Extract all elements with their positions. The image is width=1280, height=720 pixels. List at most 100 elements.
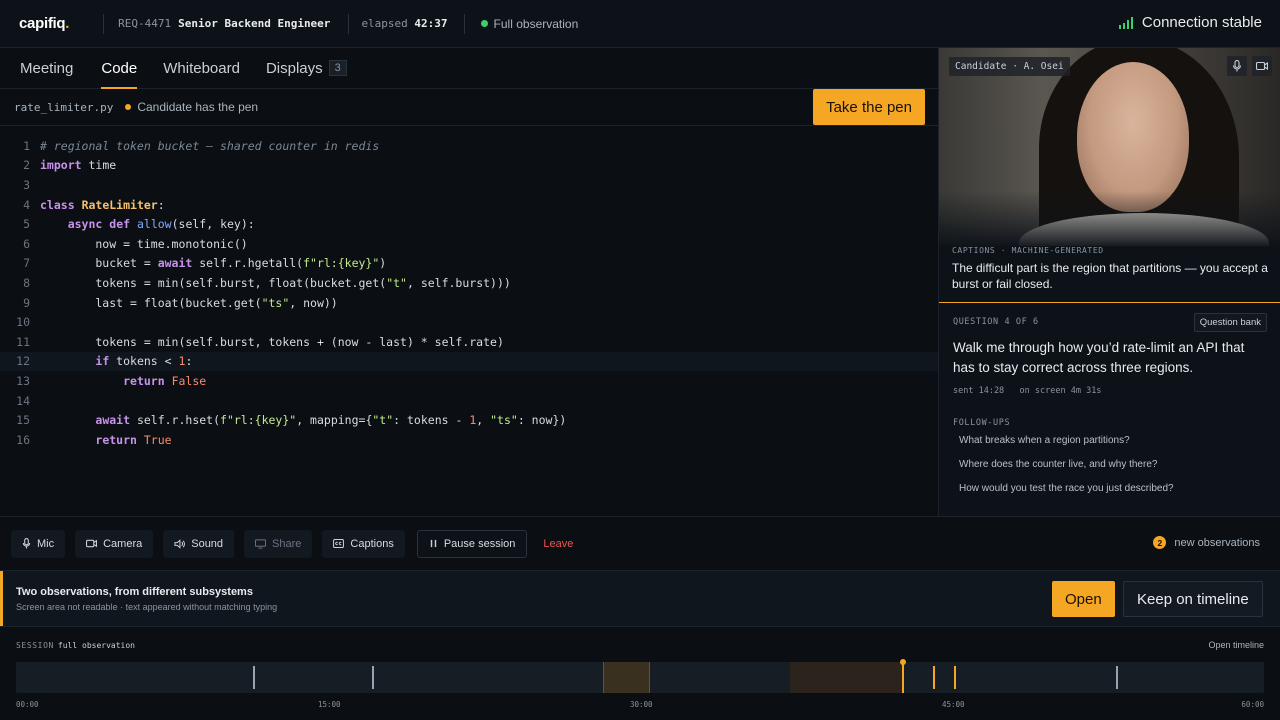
camera-button[interactable]: Camera bbox=[75, 529, 154, 558]
line-number: 6 bbox=[23, 236, 30, 251]
code-text: now = time.monotonic() bbox=[40, 236, 248, 251]
code-text: bucket = await self.r.hgetall(f"rl:{key}… bbox=[40, 256, 387, 271]
pause-session-button[interactable]: Pause session bbox=[416, 529, 528, 558]
leave-button[interactable]: Leave bbox=[543, 538, 573, 550]
divider bbox=[103, 13, 105, 34]
question-number: QUESTION 4 OF 6 bbox=[953, 317, 1039, 327]
sound-button[interactable]: Sound bbox=[163, 529, 235, 558]
code-line[interactable]: 12 if tokens < 1: bbox=[0, 351, 938, 372]
code-text: return False bbox=[123, 373, 207, 388]
camera-icon bbox=[86, 539, 98, 548]
code-line[interactable]: 7 bucket = await self.r.hgetall(f"rl:{ke… bbox=[0, 254, 938, 274]
line-number: 15 bbox=[16, 413, 30, 428]
timeline-marker[interactable] bbox=[253, 666, 256, 689]
share-button[interactable]: Share bbox=[244, 529, 313, 558]
editor-file-bar: rate_limiter.py Candidate has the pen Ta… bbox=[0, 89, 938, 126]
timeline-marker[interactable] bbox=[371, 666, 374, 689]
code-line[interactable]: 11 tokens = min(self.burst, tokens + (no… bbox=[0, 332, 938, 352]
screen-share-icon bbox=[255, 538, 267, 549]
keep-on-timeline-button[interactable]: Keep on timeline bbox=[1123, 581, 1263, 617]
right-panel: Candidate · A. Osei CAPTIONS · MACHINE-G… bbox=[938, 48, 1280, 516]
tab-meeting[interactable]: Meeting bbox=[20, 48, 73, 88]
camera-icon[interactable] bbox=[1252, 56, 1272, 76]
code-text: import time bbox=[40, 158, 117, 173]
tab-code[interactable]: Code bbox=[101, 48, 137, 89]
code-text: return True bbox=[95, 432, 172, 447]
code-line[interactable]: 2 import time bbox=[0, 156, 938, 176]
take-pen-button[interactable]: Take the pen bbox=[813, 89, 925, 125]
elapsed-timer: elapsed 42:37 bbox=[361, 17, 448, 30]
timeline-playhead[interactable] bbox=[900, 659, 907, 693]
speaker-icon bbox=[174, 538, 186, 549]
timeline-marker[interactable] bbox=[954, 666, 957, 689]
status-dot-icon bbox=[480, 20, 488, 27]
code-line[interactable]: 6 now = time.monotonic() bbox=[0, 234, 938, 254]
connection-status: Connection stable bbox=[1118, 14, 1262, 31]
mic-button[interactable]: Mic bbox=[11, 529, 66, 558]
line-number: 2 bbox=[23, 158, 30, 173]
timeline-marker[interactable] bbox=[1116, 666, 1119, 689]
displays-count-badge: 3 bbox=[328, 60, 347, 76]
tab-whiteboard[interactable]: Whiteboard bbox=[163, 48, 240, 88]
timeline-track[interactable] bbox=[16, 659, 1264, 693]
code-line[interactable]: 8 tokens = min(self.burst, float(bucket.… bbox=[0, 273, 938, 293]
question-text: Walk me through how you’d rate-limit an … bbox=[953, 340, 1245, 375]
open-observation-button[interactable]: Open bbox=[1052, 581, 1115, 617]
line-number: 12 bbox=[16, 354, 30, 369]
observation-alert: Two observations, from different subsyst… bbox=[0, 570, 1280, 627]
line-number: 10 bbox=[16, 315, 30, 330]
captions-panel: CAPTIONS · MACHINE-GENERATED The difficu… bbox=[939, 246, 1280, 303]
code-line[interactable]: 3 bbox=[0, 175, 938, 195]
followup-item[interactable]: Where does the counter live, and why the… bbox=[959, 459, 1267, 476]
open-timeline-link[interactable]: Open timeline bbox=[1208, 640, 1264, 650]
code-line[interactable]: 10 bbox=[0, 312, 938, 332]
caption-text: The difficult part is the region that pa… bbox=[952, 261, 1268, 291]
app-logo: capifiq. bbox=[19, 15, 70, 32]
question-meta: sent 14:28 on screen 4m 31s bbox=[953, 386, 1102, 396]
timeline-segment[interactable] bbox=[602, 662, 651, 693]
code-line[interactable]: 1 # regional token bucket — shared counte… bbox=[0, 136, 938, 156]
top-bar: capifiq. REQ-4471 Senior Backend Enginee… bbox=[0, 0, 1280, 48]
code-text: tokens = min(self.burst, float(bucket.ge… bbox=[40, 275, 511, 290]
divider bbox=[348, 13, 350, 34]
code-line[interactable]: 5 async def allow(self, key): bbox=[0, 214, 938, 234]
question-bank-button[interactable]: Question bank bbox=[1193, 312, 1267, 332]
captions-icon bbox=[333, 539, 345, 548]
code-text: last = float(bucket.get("ts", now)) bbox=[40, 295, 338, 310]
followup-item[interactable]: What breaks when a region partitions? bbox=[959, 435, 1267, 452]
line-number: 8 bbox=[23, 275, 30, 290]
code-line[interactable]: 16 return True bbox=[0, 430, 938, 450]
candidate-video: Candidate · A. Osei bbox=[939, 48, 1280, 246]
followup-item[interactable]: How would you test the race you just des… bbox=[959, 483, 1267, 500]
code-line[interactable]: 4 class RateLimiter: bbox=[0, 195, 938, 215]
followups-label: FOLLOW-UPS bbox=[953, 418, 1011, 428]
timeline-marker[interactable] bbox=[933, 666, 936, 689]
timeline-segment[interactable] bbox=[789, 662, 903, 693]
code-line[interactable]: 15 await self.r.hset(f"rl:{key}", mappin… bbox=[0, 410, 938, 430]
code-editor[interactable]: 1 # regional token bucket — shared counte… bbox=[0, 136, 938, 516]
captions-button[interactable]: Captions bbox=[322, 529, 405, 558]
code-line[interactable]: 13 return False bbox=[0, 371, 938, 391]
question-panel: QUESTION 4 OF 6 Question bank Walk me th… bbox=[939, 312, 1280, 500]
candidate-name-tag: Candidate · A. Osei bbox=[949, 57, 1070, 76]
code-line[interactable]: 9 last = float(bucket.get("ts", now)) bbox=[0, 293, 938, 313]
line-number: 14 bbox=[16, 393, 30, 408]
session-timeline: SESSION full observation Open timeline 00… bbox=[0, 627, 1280, 720]
line-number: 7 bbox=[23, 256, 30, 271]
timeline-label: SESSION full observation bbox=[16, 641, 135, 650]
new-observations[interactable]: 2 new observations bbox=[1153, 536, 1260, 549]
line-number: 13 bbox=[16, 373, 30, 388]
pen-indicator-icon bbox=[125, 104, 132, 110]
tab-displays[interactable]: Displays 3 bbox=[266, 48, 347, 88]
code-line[interactable]: 14 bbox=[0, 391, 938, 411]
code-text: # regional token bucket — shared counter… bbox=[40, 138, 380, 153]
mic-icon[interactable] bbox=[1227, 56, 1247, 76]
timeline-tick-label: 15:00 bbox=[318, 700, 341, 709]
timeline-tick-label: 60:00 bbox=[1241, 700, 1264, 709]
line-number: 4 bbox=[23, 197, 30, 212]
workspace-tabs: Meeting Code Whiteboard Displays 3 bbox=[0, 48, 938, 89]
observation-count-badge: 2 bbox=[1153, 536, 1167, 549]
mic-icon bbox=[22, 538, 31, 549]
line-number: 1 bbox=[23, 138, 30, 153]
line-number: 3 bbox=[23, 177, 30, 192]
